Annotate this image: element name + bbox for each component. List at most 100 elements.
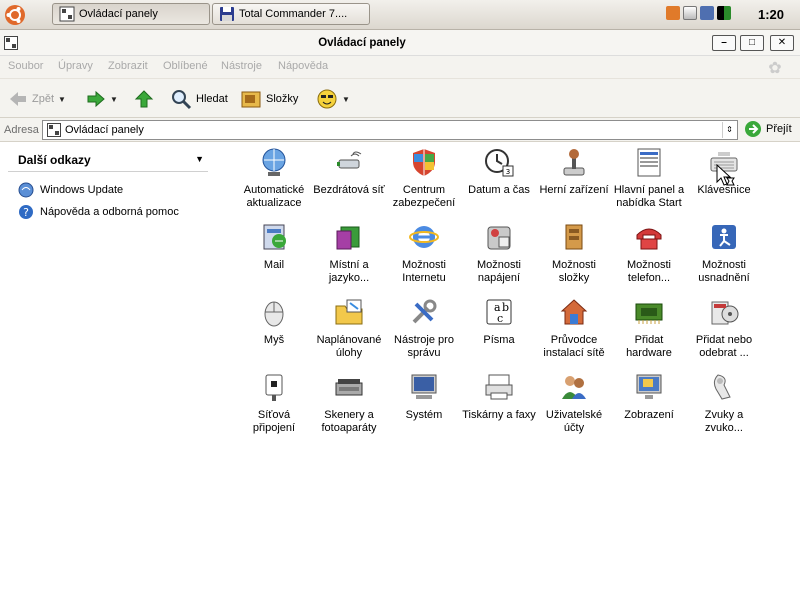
cp-item-taskbar-start[interactable]: Hlavní panel a nabídka Start (611, 146, 687, 210)
cp-item-sounds-audio[interactable]: Zvuky a zvuko... (686, 371, 762, 435)
windows-update-icon (18, 182, 34, 198)
cp-item-power-options[interactable]: Možnosti napájení (461, 221, 537, 285)
window-title: Ovládací panely (318, 37, 406, 49)
cp-item-label: Písma (483, 334, 515, 346)
back-button[interactable]: Zpět ▼ (8, 87, 66, 111)
folder-options-icon (565, 224, 583, 250)
control-panel-icon (47, 123, 61, 137)
internet-explorer-icon (409, 226, 439, 248)
cp-item-fonts[interactable]: a b c Písma (461, 296, 537, 347)
menu-file[interactable]: Soubor (8, 60, 43, 72)
mail-icon (263, 224, 286, 250)
cp-item-regional-language[interactable]: Místní a jazyko... (311, 221, 387, 285)
chevron-down-icon[interactable]: ▼ (58, 95, 66, 104)
phone-modem-icon (636, 228, 662, 250)
cp-item-internet-explorer[interactable]: Možnosti Internetu (386, 221, 462, 285)
task-label: Ovládací panely (79, 8, 158, 20)
close-button[interactable]: ✕ (770, 35, 794, 51)
cp-item-accessibility[interactable]: Možnosti usnadnění (686, 221, 762, 285)
globe-update-icon (262, 148, 286, 176)
cp-item-scheduled-tasks[interactable]: Naplánované úlohy (311, 296, 387, 360)
cp-item-admin-tools[interactable]: Nástroje pro správu (386, 296, 462, 360)
chevron-down-icon[interactable]: ▼ (195, 154, 204, 164)
sounds-audio-icon (713, 374, 731, 400)
cp-item-label: Možnosti složky (551, 259, 597, 284)
window-titlebar[interactable]: Ovládací panely – □ ✕ (0, 30, 800, 56)
minimize-button[interactable]: – (712, 35, 736, 51)
cp-item-label: Možnosti Internetu (401, 259, 447, 284)
admin-tools-icon (412, 299, 437, 324)
scanner-camera-icon (335, 379, 363, 396)
cp-item-scanner-camera[interactable]: Skenery a fotoaparáty (311, 371, 387, 435)
see-also-header[interactable]: Další odkazy ▼ (8, 150, 208, 172)
toolbar: Zpět ▼ ▼ Hledat Složky ▼ (0, 78, 800, 118)
address-input[interactable]: Ovládací panely ⇕ (42, 120, 738, 140)
cp-item-add-hardware[interactable]: Přidat hardware (611, 296, 687, 360)
svg-text:c: c (497, 312, 503, 325)
cp-item-joystick[interactable]: Herní zařízení (536, 146, 612, 197)
control-panel-icon (59, 6, 75, 22)
cp-item-label: Hlavní panel a nabídka Start (613, 184, 685, 209)
menu-help[interactable]: Nápověda (278, 60, 328, 72)
sidebar-link-windows-update[interactable]: Windows Update (8, 180, 208, 200)
cp-item-network-wizard[interactable]: Průvodce instalací sítě (536, 296, 612, 360)
cp-item-label: Možnosti telefon... (626, 259, 672, 284)
cp-item-printer-fax[interactable]: Tiskárny a faxy (461, 371, 537, 422)
cp-item-label: Centrum zabezpečení (392, 184, 456, 209)
wireless-adapter-icon (337, 151, 362, 169)
views-button[interactable]: ▼ (316, 87, 350, 111)
folders-button[interactable]: Složky (240, 87, 298, 111)
ubuntu-logo-icon[interactable] (4, 4, 26, 26)
cp-item-user-accounts[interactable]: Uživatelské účty (536, 371, 612, 435)
cp-item-label: Myš (263, 334, 285, 346)
printer-fax-icon (485, 374, 513, 400)
cp-item-folder-options[interactable]: Možnosti složky (536, 221, 612, 285)
eject-icon[interactable] (683, 6, 697, 20)
chevron-down-icon[interactable]: ▼ (342, 95, 350, 104)
cp-item-label: Naplánované úlohy (316, 334, 382, 359)
user-accounts-icon (562, 376, 586, 399)
cp-item-label: Zobrazení (624, 409, 674, 421)
notification-icon[interactable] (666, 6, 680, 20)
up-arrow-icon (134, 90, 154, 108)
address-dropdown-button[interactable]: ⇕ (722, 122, 736, 138)
maximize-button[interactable]: □ (740, 35, 764, 51)
clock[interactable]: 1:20 (758, 7, 784, 22)
up-button[interactable] (134, 87, 154, 111)
cp-item-label: Skenery a fotoaparáty (321, 409, 377, 434)
cp-item-label: Tiskárny a faxy (462, 409, 536, 421)
cp-item-label: Datum a čas (468, 184, 530, 196)
task-button-total-commander[interactable]: Total Commander 7.... (212, 3, 370, 25)
go-arrow-icon (745, 121, 761, 137)
cp-item-label: Možnosti usnadnění (698, 259, 750, 284)
cp-item-mail[interactable]: Mail (236, 221, 312, 272)
battery-icon[interactable] (717, 6, 731, 20)
cp-item-add-remove-programs[interactable]: Přidat nebo odebrat ... (686, 296, 762, 360)
forward-button[interactable]: ▼ (86, 87, 118, 111)
cp-item-wireless-adapter[interactable]: Bezdrátová síť (311, 146, 387, 197)
cp-item-label: Herní zařízení (539, 184, 609, 196)
chevron-down-icon[interactable]: ▼ (110, 95, 118, 104)
menu-view[interactable]: Zobrazit (108, 60, 148, 72)
task-button-control-panel[interactable]: Ovládací panely (52, 3, 210, 25)
menu-tools[interactable]: Nástroje (221, 60, 262, 72)
search-button[interactable]: Hledat (170, 87, 228, 111)
cp-item-phone-modem[interactable]: Možnosti telefon... (611, 221, 687, 285)
top-panel: Ovládací panely Total Commander 7.... 1:… (0, 0, 800, 30)
cp-item-security-shield[interactable]: Centrum zabezpečení (386, 146, 462, 210)
sidebar-link-help-support[interactable]: ? Nápověda a odborná pomoc (8, 202, 208, 222)
network-wizard-icon (560, 299, 588, 325)
menu-edit[interactable]: Úpravy (58, 60, 93, 72)
cp-item-system-computer[interactable]: Systém (386, 371, 462, 422)
cp-item-clock-calendar[interactable]: 3 Datum a čas (461, 146, 537, 197)
menu-favorites[interactable]: Oblíbené (163, 60, 208, 72)
cp-item-network-connections[interactable]: Síťová připojení (236, 371, 312, 435)
go-button[interactable]: Přejít (744, 120, 792, 138)
cp-item-globe-update[interactable]: Automatické aktualizace (236, 146, 312, 210)
cp-item-mouse[interactable]: Myš (236, 296, 312, 347)
network-icon[interactable] (700, 6, 714, 20)
cp-item-label: Uživatelské účty (545, 409, 603, 434)
system-computer-icon (411, 374, 437, 399)
taskbar-start-icon (637, 148, 661, 177)
cp-item-display[interactable]: Zobrazení (611, 371, 687, 422)
